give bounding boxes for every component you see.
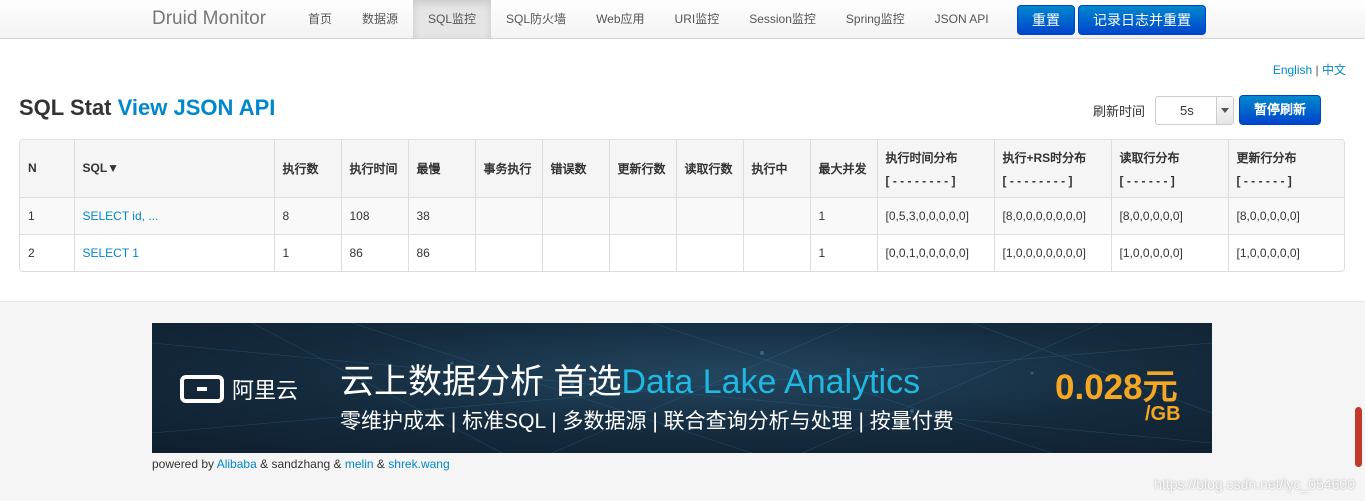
chevron-down-icon[interactable] — [1216, 97, 1233, 124]
banner-headline-prefix: 云上数据分析 首选 — [340, 363, 622, 401]
reset-button[interactable]: 重置 — [1017, 5, 1075, 35]
refresh-interval-label: 刷新时间 — [1093, 104, 1146, 119]
cell-max-concurrent: 1 — [809, 196, 877, 234]
col-header-error-count[interactable]: 错误数 — [541, 140, 609, 197]
cell-n: 2 — [20, 233, 74, 271]
pause-refresh-button[interactable]: 暂停刷新 — [1239, 95, 1322, 125]
refresh-interval-value: 5s — [1180, 103, 1194, 118]
cell-error-count — [541, 233, 609, 271]
cell-sql: SELECT id, ... — [73, 196, 274, 234]
cell-n: 1 — [20, 196, 74, 234]
sql-link[interactable]: SELECT id, ... — [83, 209, 159, 223]
sql-link[interactable]: SELECT 1 — [83, 246, 139, 260]
nav-item-sql-monitor[interactable]: SQL监控 — [413, 0, 492, 38]
top-navbar: Druid Monitor 首页 数据源 SQL监控 SQL防火墙 Web应用 … — [0, 0, 1365, 39]
nav-item-session-monitor[interactable]: Session监控 — [734, 0, 831, 38]
col-header-n[interactable]: N — [20, 140, 74, 197]
nav-menu: 首页 数据源 SQL监控 SQL防火墙 Web应用 URI监控 Session监… — [293, 0, 1004, 38]
col-header-fetch-row-histogram[interactable]: 读取行分布[ - - - - - - ] — [1110, 140, 1228, 197]
cell-update-rows — [608, 233, 676, 271]
cell-fetch-row-histogram: [8,0,0,0,0,0] — [1110, 196, 1228, 234]
banner-headline: 云上数据分析 首选Data Lake Analytics — [340, 354, 920, 403]
language-switch: English | 中文 — [1273, 61, 1346, 78]
col-header-exec-rs-histogram[interactable]: 执行+RS时分布[ - - - - - - - - ] — [993, 140, 1111, 197]
cell-fetch-rows — [675, 196, 743, 234]
cell-update-row-histogram: [8,0,0,0,0,0] — [1227, 196, 1344, 234]
nav-item-json-api[interactable]: JSON API — [920, 0, 1004, 38]
cell-exec-time: 86 — [340, 233, 408, 271]
footer: 阿里云 云上数据分析 首选Data Lake Analytics 零维护成本 |… — [0, 301, 1365, 501]
nav-item-sql-firewall[interactable]: SQL防火墙 — [491, 0, 581, 38]
cell-error-count — [541, 196, 609, 234]
cell-fetch-row-histogram: [1,0,0,0,0,0] — [1110, 233, 1228, 271]
col-header-update-row-histogram[interactable]: 更新行分布[ - - - - - - ] — [1227, 140, 1344, 197]
cell-running — [742, 233, 810, 271]
ampersand: & — [376, 457, 385, 471]
lang-separator: | — [1315, 63, 1319, 77]
banner-headline-highlight: Data Lake Analytics — [621, 363, 921, 401]
col-header-exec-count[interactable]: 执行数 — [273, 140, 341, 197]
alibaba-link[interactable]: Alibaba — [217, 457, 257, 471]
aliyun-logo: 阿里云 — [180, 373, 298, 405]
nav-item-home[interactable]: 首页 — [293, 0, 347, 38]
ad-banner[interactable]: 阿里云 云上数据分析 首选Data Lake Analytics 零维护成本 |… — [152, 323, 1212, 453]
page-title-text: SQL Stat — [19, 95, 112, 120]
col-header-max-concurrent[interactable]: 最大并发 — [809, 140, 877, 197]
table-row: 2 SELECT 1 1 86 86 1 [0,0,1,0,0,0,0,0] [… — [20, 233, 1344, 271]
cell-exec-histogram: [0,5,3,0,0,0,0,0] — [876, 196, 994, 234]
lang-english-link[interactable]: English — [1273, 63, 1312, 77]
cell-max-concurrent: 1 — [809, 233, 877, 271]
cell-exec-count: 8 — [273, 196, 341, 234]
brand-title[interactable]: Druid Monitor — [152, 8, 266, 30]
col-header-exec-time[interactable]: 执行时间 — [340, 140, 408, 197]
col-header-txn-exec[interactable]: 事务执行 — [474, 140, 542, 197]
nav-item-datasource[interactable]: 数据源 — [347, 0, 413, 38]
banner-subline: 零维护成本 | 标准SQL | 多数据源 | 联合查询分析与处理 | 按量付费 — [340, 410, 954, 433]
lang-chinese-link[interactable]: 中文 — [1322, 63, 1346, 77]
scrollbar-thumb[interactable] — [1355, 407, 1362, 467]
banner-price-unit: /GB — [1145, 403, 1181, 425]
table-row: 1 SELECT id, ... 8 108 38 1 [0,5,3,0,0,0… — [20, 196, 1344, 234]
csdn-watermark: https://blog.csdn.net/lyc_054600 — [1154, 476, 1355, 492]
cell-txn-exec — [474, 233, 542, 271]
cell-update-rows — [608, 196, 676, 234]
page-title: SQL Stat View JSON API — [19, 95, 275, 121]
ampersand: & — [333, 457, 342, 471]
cell-exec-histogram: [0,0,1,0,0,0,0,0] — [876, 233, 994, 271]
cell-fetch-rows — [675, 233, 743, 271]
col-header-fetch-rows[interactable]: 读取行数 — [675, 140, 743, 197]
powered-by: powered by Alibaba & sandzhang & melin &… — [152, 457, 450, 471]
col-header-exec-histogram[interactable]: 执行时间分布[ - - - - - - - - ] — [876, 140, 994, 197]
cell-exec-count: 1 — [273, 233, 341, 271]
melin-link[interactable]: melin — [345, 457, 374, 471]
table-header: N SQL▼ 执行数 执行时间 最慢 事务执行 错误数 更新行数 读取行数 执行… — [20, 140, 1344, 197]
nav-item-web-app[interactable]: Web应用 — [581, 0, 659, 38]
cell-slowest: 86 — [407, 233, 475, 271]
sql-stat-table: N SQL▼ 执行数 执行时间 最慢 事务执行 错误数 更新行数 读取行数 执行… — [19, 139, 1345, 272]
aliyun-logo-icon — [180, 375, 224, 403]
sandzhang-text: sandzhang — [271, 457, 331, 471]
cell-update-row-histogram: [1,0,0,0,0,0] — [1227, 233, 1344, 271]
cell-exec-time: 108 — [340, 196, 408, 234]
view-json-api-link[interactable]: View JSON API — [118, 95, 276, 120]
powered-by-text: powered by — [152, 457, 215, 471]
log-and-reset-button[interactable]: 记录日志并重置 — [1078, 5, 1206, 35]
cell-sql: SELECT 1 — [73, 233, 274, 271]
nav-item-uri-monitor[interactable]: URI监控 — [660, 0, 735, 38]
col-header-sql[interactable]: SQL▼ — [73, 140, 274, 197]
cell-exec-rs-histogram: [8,0,0,0,0,0,0,0] — [993, 196, 1111, 234]
col-header-update-rows[interactable]: 更新行数 — [608, 140, 676, 197]
ampersand: & — [260, 457, 269, 471]
cell-exec-rs-histogram: [1,0,0,0,0,0,0,0] — [993, 233, 1111, 271]
aliyun-logo-text: 阿里云 — [232, 378, 299, 403]
cell-running — [742, 196, 810, 234]
refresh-interval-select[interactable]: 5s — [1155, 96, 1234, 125]
col-header-running[interactable]: 执行中 — [742, 140, 810, 197]
shrek-wang-link[interactable]: shrek.wang — [388, 457, 449, 471]
cell-slowest: 38 — [407, 196, 475, 234]
cell-txn-exec — [474, 196, 542, 234]
nav-item-spring-monitor[interactable]: Spring监控 — [831, 0, 920, 38]
col-header-slowest[interactable]: 最慢 — [407, 140, 475, 197]
